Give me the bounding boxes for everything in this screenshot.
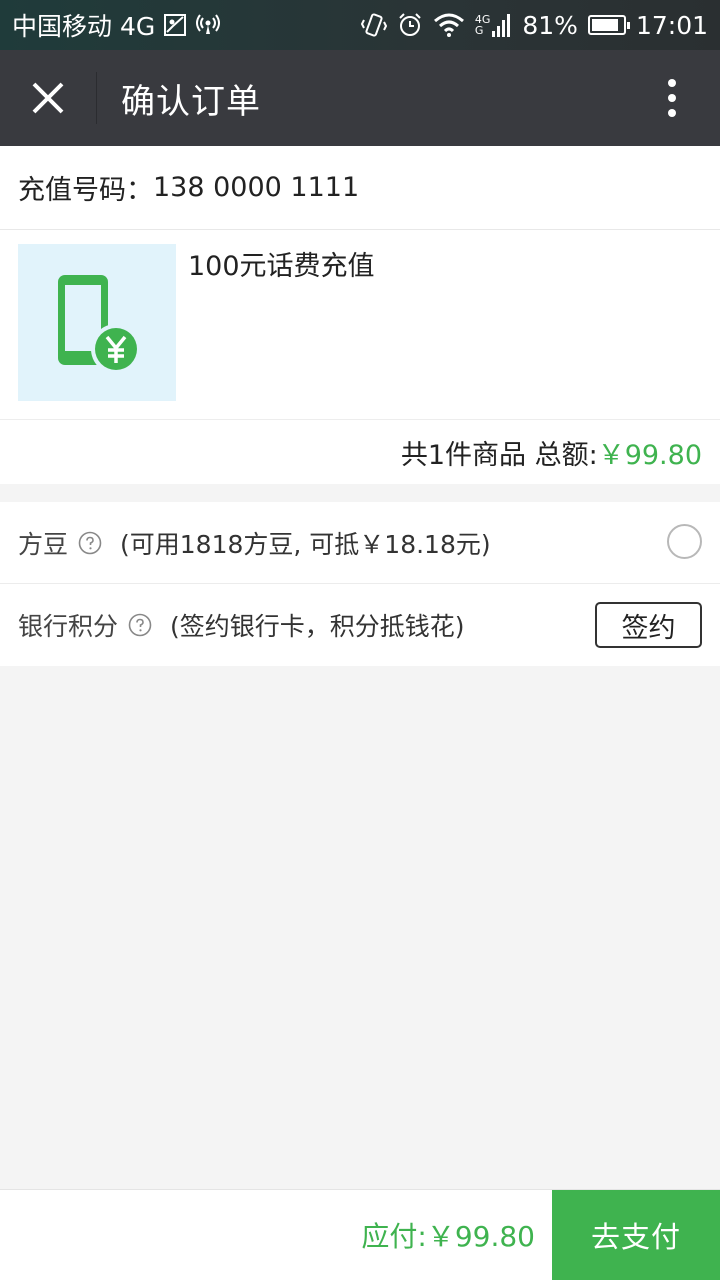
order-summary-text: 共1件商品 总额:	[400, 439, 598, 471]
product-row: 100元话费充值	[0, 230, 720, 420]
more-button[interactable]	[624, 50, 720, 146]
image-notification-icon	[163, 13, 187, 37]
recharge-number-label: 充值号码：	[18, 175, 153, 206]
bank-points-label: 银行积分	[18, 612, 119, 641]
wifi-icon	[433, 13, 465, 37]
product-name: 100元话费充值	[188, 251, 375, 282]
nav-divider	[96, 72, 97, 124]
status-right: 4G G 81% 17:01	[360, 10, 708, 40]
close-icon	[32, 82, 64, 114]
bank-points-description: (签约银行卡，积分抵钱花)	[170, 612, 465, 641]
beans-discount-row[interactable]: 方豆 (可用1818方豆, 可抵￥18.18元)	[0, 502, 720, 584]
clock-time: 17:01	[635, 10, 708, 40]
sign-button[interactable]: 签约	[595, 602, 702, 648]
battery-percent: 81%	[522, 10, 578, 40]
hotspot-icon	[195, 14, 221, 36]
page-title: 确认订单	[121, 81, 261, 122]
order-summary-row: 共1件商品 总额: ￥99.80	[0, 420, 720, 484]
order-total: ￥99.80	[597, 439, 702, 471]
alarm-icon	[397, 12, 423, 38]
vibrate-icon	[360, 12, 387, 38]
beans-description: (可用1818方豆, 可抵￥18.18元)	[120, 529, 491, 559]
help-circle-icon[interactable]	[128, 613, 152, 637]
pay-button[interactable]: 去支付	[552, 1189, 720, 1280]
product-thumbnail	[18, 244, 176, 401]
bottom-pay-bar: 应付:￥99.80 去支付	[0, 1189, 720, 1280]
bank-points-row: 银行积分 (签约银行卡，积分抵钱花) 签约	[0, 584, 720, 666]
more-vertical-icon	[668, 79, 676, 117]
help-circle-icon[interactable]	[78, 531, 102, 555]
recharge-number-row: 充值号码： 138 0000 1111	[0, 146, 720, 230]
payable-amount: 应付:￥99.80	[361, 1220, 535, 1253]
carrier-text: 中国移动 4G	[12, 12, 156, 41]
nav-bar: 确认订单	[0, 50, 720, 146]
battery-icon	[587, 15, 630, 35]
phone-yuan-icon	[58, 274, 141, 374]
beans-label: 方豆	[18, 529, 69, 559]
close-button[interactable]	[0, 50, 96, 146]
beans-radio[interactable]	[667, 524, 702, 559]
status-bar: 中国移动 4G 4G G 81% 17:01	[0, 0, 720, 50]
status-left: 中国移动 4G	[12, 7, 221, 43]
signal-badge-bottom: G	[474, 24, 484, 37]
cellular-signal-icon: 4G G	[475, 13, 513, 37]
recharge-number-value: 138 0000 1111	[153, 172, 360, 203]
